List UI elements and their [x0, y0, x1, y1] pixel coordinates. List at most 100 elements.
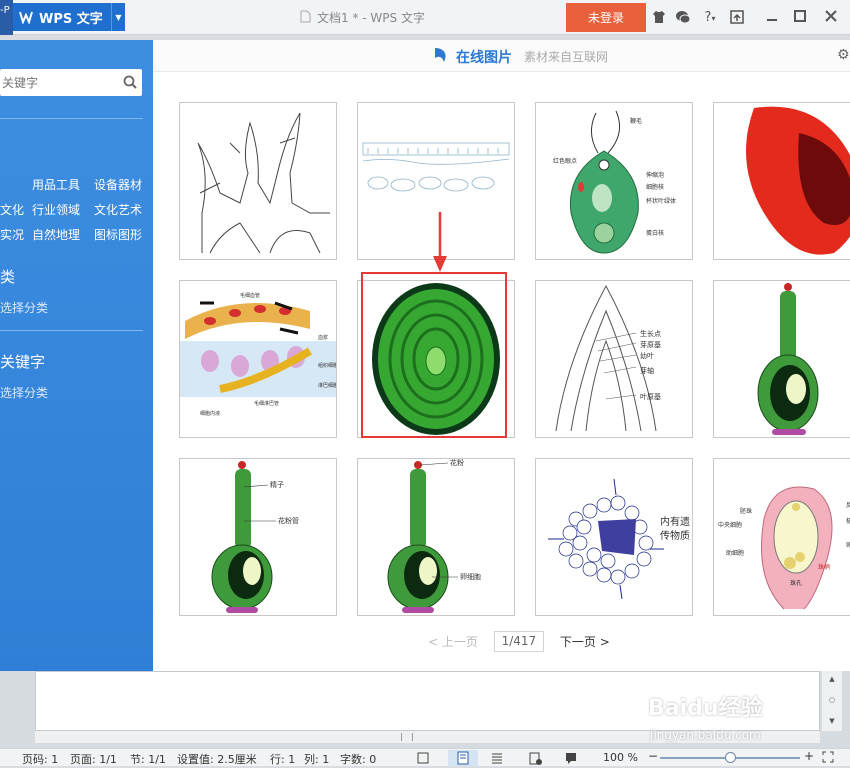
- status-words[interactable]: 字数: 0: [340, 751, 376, 767]
- document-icon: [300, 10, 311, 26]
- dialog-subtitle: 素材来自互联网: [524, 50, 609, 64]
- red-arrow-icon: [433, 212, 447, 272]
- document-title: 文档1 * - WPS 文字: [300, 9, 425, 26]
- shirt-icon[interactable]: [650, 9, 668, 27]
- svg-text:芽原基: 芽原基: [640, 340, 661, 349]
- page-view-icon[interactable]: [448, 750, 478, 766]
- zoom-level[interactable]: 100 %: [603, 751, 638, 764]
- fullscreen-icon[interactable]: [416, 751, 430, 765]
- web-view-icon[interactable]: [528, 751, 542, 765]
- image-thumb-ovule[interactable]: 胚珠中央细胞 助细胞珠孔 珠柄 反 极卵: [713, 458, 850, 616]
- prev-page-button[interactable]: < 上一页: [428, 633, 478, 650]
- zoom-out-button[interactable]: −: [648, 749, 658, 763]
- chat-icon[interactable]: [674, 9, 692, 27]
- wps-logo-icon: [19, 10, 33, 25]
- scroll-buttons[interactable]: ▲ ○ ▼: [828, 675, 836, 725]
- image-thumb-root-hair[interactable]: [179, 102, 337, 260]
- image-thumb-ovary-1[interactable]: [713, 280, 850, 438]
- minimize-icon[interactable]: [763, 9, 781, 27]
- select-category-link[interactable]: 选择分类: [0, 299, 48, 316]
- svg-text:芽轴: 芽轴: [640, 366, 654, 375]
- image-thumb-red-blood-cell[interactable]: [713, 102, 850, 260]
- status-setting: 设置值: 2.5厘米: [177, 753, 257, 766]
- divider: [0, 118, 143, 119]
- document-title-text: 文档1 * - WPS 文字: [317, 11, 425, 25]
- search-input[interactable]: [0, 69, 115, 96]
- svg-text:卵: 卵: [846, 541, 850, 549]
- svg-text:生长点: 生长点: [640, 329, 661, 338]
- zoom-in-button[interactable]: +: [804, 749, 814, 763]
- category-link[interactable]: 行业领域: [32, 201, 80, 218]
- svg-text:中央细胞: 中央细胞: [718, 521, 742, 529]
- status-section: 节: 1/1: [130, 753, 166, 766]
- chevron-down-icon[interactable]: ▼: [111, 3, 125, 31]
- category-link[interactable]: 图标图形: [94, 226, 142, 243]
- corner-tab[interactable]: -P: [0, 0, 13, 35]
- svg-text:红色眼点: 红色眼点: [553, 157, 577, 165]
- svg-text:极: 极: [846, 517, 850, 525]
- dialog-header: 在线图片 素材来自互联网 ⚙: [153, 40, 850, 72]
- category-link[interactable]: 实况: [0, 226, 24, 243]
- svg-text:淋巴细胞: 淋巴细胞: [318, 382, 336, 389]
- image-thumb-chlamydomonas[interactable]: 鞭毛 伸缩泡 红色眼点 细胞核 杯状叶绿体 蛋白核: [535, 102, 693, 260]
- image-thumb-capillary[interactable]: 毛细血管血浆 组织细胞淋巴细胞 细胞内液 毛细淋巴管: [179, 280, 337, 438]
- section-title-category: 类: [0, 268, 16, 286]
- svg-text:珠柄: 珠柄: [818, 563, 830, 571]
- fit-window-icon[interactable]: [822, 751, 836, 765]
- category-link[interactable]: 用品工具: [32, 176, 80, 193]
- close-icon[interactable]: [822, 9, 840, 27]
- svg-text:花粉: 花粉: [450, 459, 464, 467]
- scroll-grip-icon[interactable]: [401, 733, 413, 741]
- svg-text:幼叶: 幼叶: [640, 351, 654, 360]
- svg-text:内有遗: 内有遗: [660, 515, 690, 528]
- image-thumb-shoot-tip[interactable]: 生长点 芽原基 幼叶 芽轴 叶原基: [535, 280, 693, 438]
- keyword-search-box[interactable]: [0, 69, 142, 96]
- online-images-dialog: 在线图片 素材来自互联网 ⚙ 鞭毛伸缩泡 红色眼点细胞核 杯状叶绿体蛋白核: [153, 40, 850, 671]
- watermark-url: jingyan.baidu.com: [650, 728, 761, 742]
- watermark: Baidu经验: [648, 696, 763, 721]
- maximize-icon[interactable]: [791, 9, 809, 27]
- category-link[interactable]: 自然地理: [32, 226, 80, 243]
- pagination: < 上一页 1/417 下一页 >: [428, 631, 610, 652]
- category-link[interactable]: 文化艺术: [94, 201, 142, 218]
- status-col: 列: 1: [304, 753, 330, 766]
- search-icon[interactable]: [123, 75, 137, 89]
- app-name: WPS 文字: [39, 11, 103, 27]
- svg-text:反: 反: [846, 501, 850, 509]
- image-thumb-ovary-3[interactable]: 花粉卵细胞: [357, 458, 515, 616]
- select-category-link[interactable]: 选择分类: [0, 384, 48, 401]
- svg-text:细胞核: 细胞核: [646, 183, 664, 191]
- zoom-slider-thumb[interactable]: [725, 752, 736, 763]
- image-thumb-ovary-2[interactable]: 精子花粉管: [179, 458, 337, 616]
- svg-text:蛋白核: 蛋白核: [646, 229, 664, 237]
- svg-text:传物质: 传物质: [660, 529, 690, 542]
- outline-view-icon[interactable]: [490, 751, 504, 765]
- status-pages: 页面: 1/1: [70, 753, 117, 766]
- svg-text:助细胞: 助细胞: [726, 549, 744, 557]
- page-number-field[interactable]: 1/417: [493, 631, 544, 652]
- vertical-scrollbar[interactable]: ▲ ○ ▼: [822, 671, 842, 731]
- svg-text:精子: 精子: [270, 480, 284, 489]
- svg-text:毛细淋巴管: 毛细淋巴管: [254, 400, 279, 407]
- app-menu-button[interactable]: WPS 文字 ▼: [13, 3, 125, 31]
- gear-icon[interactable]: ⚙: [837, 48, 850, 62]
- divider: [0, 330, 143, 331]
- svg-text:鞭毛: 鞭毛: [630, 117, 642, 125]
- svg-text:血浆: 血浆: [318, 334, 328, 341]
- svg-text:组织细胞: 组织细胞: [318, 362, 336, 369]
- svg-text:花粉管: 花粉管: [278, 516, 299, 525]
- status-row: 行: 1: [270, 753, 296, 766]
- selection-highlight: [361, 272, 507, 438]
- category-sidebar: 用品工具 设备器材 文化 行业领域 文化艺术 实况 自然地理 图标图形 类 选择…: [0, 40, 153, 671]
- svg-text:卵细胞: 卵细胞: [460, 572, 481, 581]
- category-link[interactable]: 文化: [0, 201, 24, 218]
- help-icon[interactable]: ?▾: [698, 9, 722, 27]
- restore-icon[interactable]: [728, 9, 746, 27]
- reading-mode-icon[interactable]: [564, 751, 592, 765]
- section-title-keyword: 关键字: [0, 353, 46, 371]
- next-page-button[interactable]: 下一页 >: [560, 633, 610, 650]
- image-thumb-cell-cluster[interactable]: 内有遗 传物质: [535, 458, 693, 616]
- dialog-title: 在线图片 素材来自互联网: [432, 46, 608, 67]
- category-link[interactable]: 设备器材: [94, 176, 142, 193]
- login-button[interactable]: 未登录: [566, 3, 646, 32]
